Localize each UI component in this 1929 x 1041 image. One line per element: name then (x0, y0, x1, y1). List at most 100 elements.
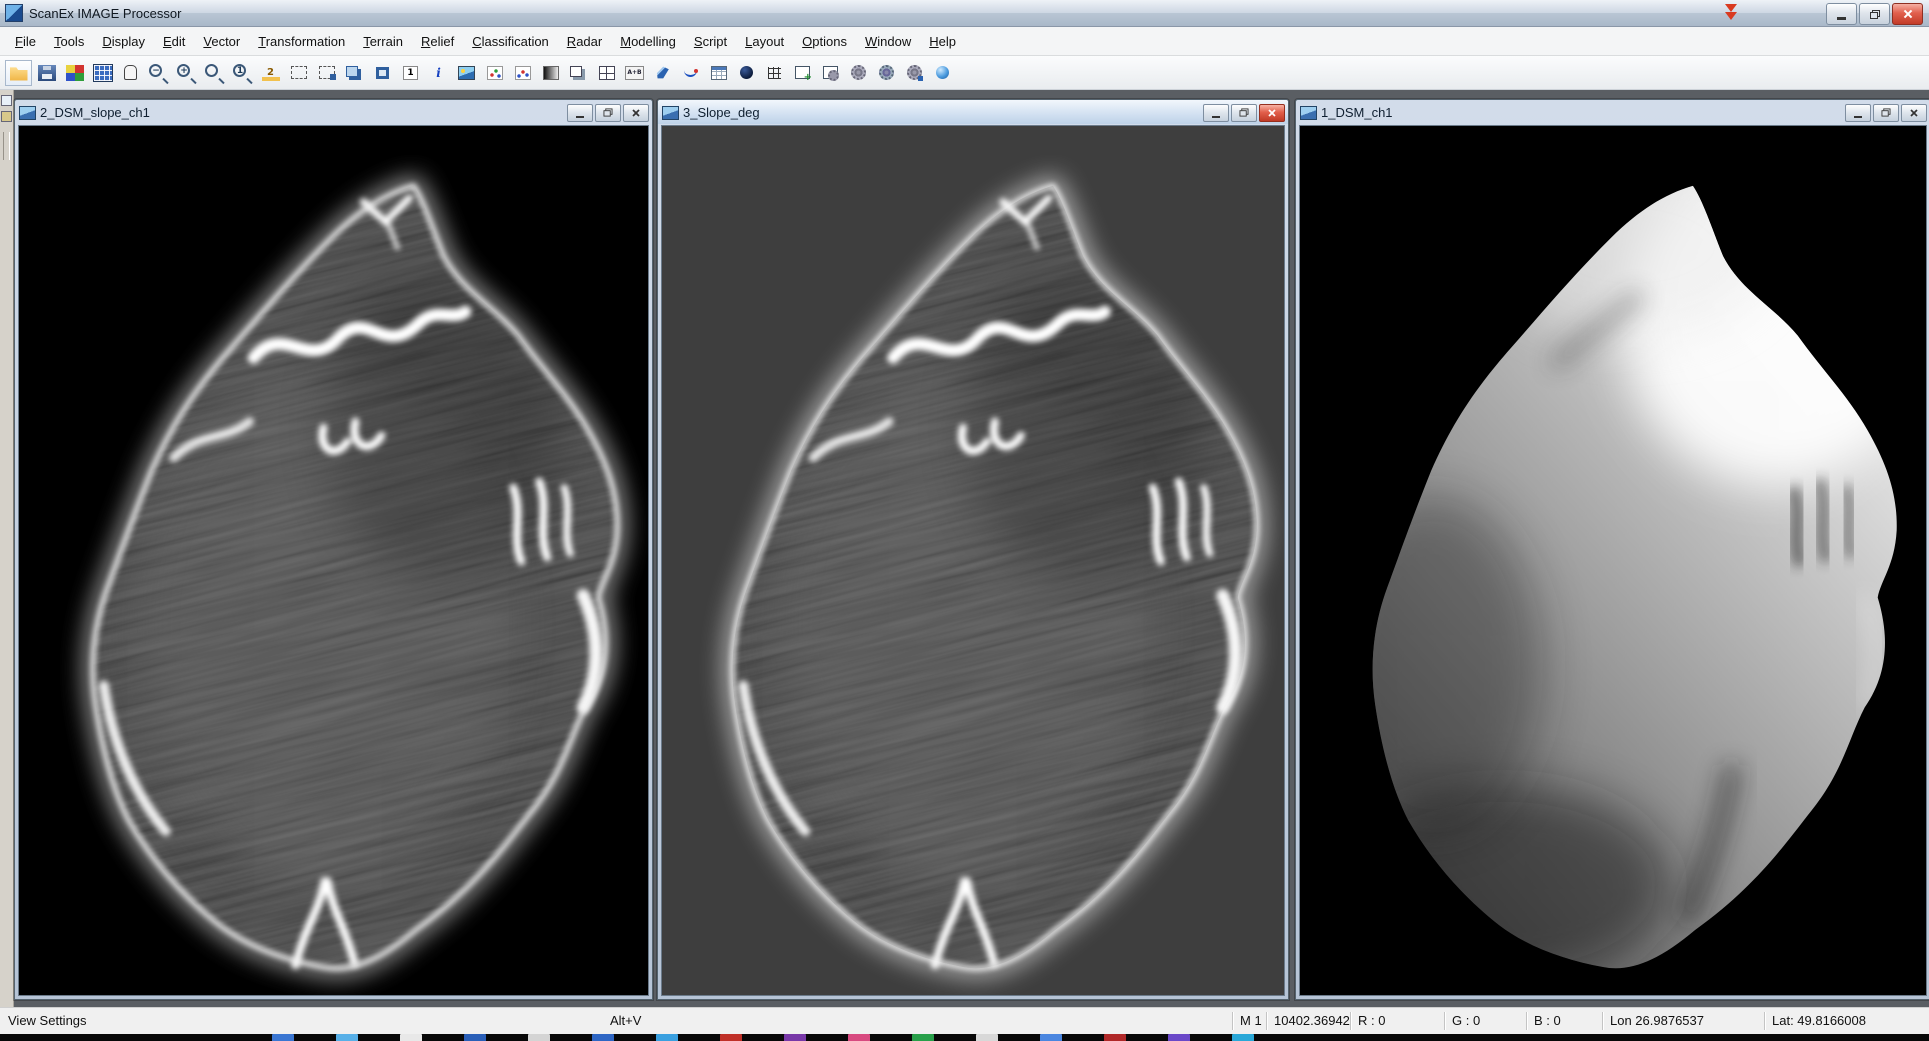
left-dock-strip[interactable] (0, 90, 14, 1007)
taskbar-app-icon[interactable] (1104, 1034, 1126, 1041)
restore-button[interactable] (1859, 3, 1890, 25)
taskbar-app-icon[interactable] (464, 1034, 486, 1041)
save-button[interactable] (33, 60, 60, 86)
menu-item[interactable]: Options (793, 29, 856, 54)
menu-item[interactable]: Vector (194, 29, 249, 54)
status-latitude: Lat: 49.8166008 (1772, 1013, 1866, 1028)
child-close-button[interactable] (1901, 104, 1927, 122)
menu-item[interactable]: Script (685, 29, 736, 54)
child-titlebar[interactable]: 3_Slope_deg (658, 100, 1288, 124)
web-globe-icon (936, 66, 949, 79)
child-titlebar[interactable]: 2_DSM_slope_ch1 (15, 100, 652, 124)
image-algebra-button[interactable]: A+B (621, 60, 648, 86)
menu-item[interactable]: Radar (558, 29, 611, 54)
menu-item[interactable]: Layout (736, 29, 793, 54)
close-icon (1268, 108, 1277, 117)
minimize-button[interactable] (1826, 3, 1857, 25)
image-view-slope-deg[interactable] (661, 125, 1285, 996)
settings-c-button[interactable] (901, 60, 928, 86)
taskbar-app-icon[interactable] (528, 1034, 550, 1041)
taskbar-app-icon[interactable] (784, 1034, 806, 1041)
zoom-region-button[interactable] (201, 60, 228, 86)
taskbar-app-icon[interactable] (336, 1034, 358, 1041)
vector-edit-button[interactable] (677, 60, 704, 86)
dock-folder-icon[interactable] (1, 111, 12, 122)
taskbar-app-icon[interactable] (848, 1034, 870, 1041)
menu-item[interactable]: Help (920, 29, 965, 54)
child-restore-button[interactable] (595, 104, 621, 122)
child-minimize-button[interactable] (1845, 104, 1871, 122)
titlebar[interactable]: ScanEx IMAGE Processor (0, 0, 1929, 27)
globe-dark-button[interactable] (733, 60, 760, 86)
settings-a-button[interactable] (845, 60, 872, 86)
scatter-plot-button[interactable] (481, 60, 508, 86)
status-green-value: G : 0 (1452, 1013, 1480, 1028)
update-chevrons-icon[interactable] (1724, 4, 1739, 22)
menu-item[interactable]: Window (856, 29, 920, 54)
info-button[interactable]: i (425, 60, 452, 86)
preview-image-button[interactable] (453, 60, 480, 86)
profile-icon (515, 66, 531, 80)
taskbar-app-icon[interactable] (912, 1034, 934, 1041)
menu-item[interactable]: Relief (412, 29, 463, 54)
menu-item[interactable]: Tools (45, 29, 93, 54)
fit-window-button[interactable] (369, 60, 396, 86)
dock-layer-icon[interactable] (1, 95, 12, 106)
taskbar-app-icon[interactable] (592, 1034, 614, 1041)
new-window-button[interactable] (789, 60, 816, 86)
band-grid-button[interactable] (89, 60, 116, 86)
child-restore-button[interactable] (1873, 104, 1899, 122)
select-rect-button[interactable] (285, 60, 312, 86)
menu-item[interactable]: Display (93, 29, 154, 54)
profile-button[interactable] (509, 60, 536, 86)
menu-item[interactable]: Classification (463, 29, 558, 54)
taskbar-app-icon[interactable] (656, 1034, 678, 1041)
taskbar-app-icon[interactable] (400, 1034, 422, 1041)
open-file-button[interactable] (5, 60, 32, 86)
child-close-button[interactable] (1259, 104, 1285, 122)
attribute-table-button[interactable] (705, 60, 732, 86)
menu-item[interactable]: Modelling (611, 29, 685, 54)
mdi-window-dsm-slope: 2_DSM_slope_ch1 (14, 99, 653, 1000)
menu-item[interactable]: Terrain (354, 29, 412, 54)
duplicate-view-button[interactable] (341, 60, 368, 86)
scanex-image-processor-app: ScanEx IMAGE Processor FileToolsDisplayE… (0, 0, 1929, 1041)
cascade-windows-button[interactable] (565, 60, 592, 86)
scale-2-button[interactable]: 2 (257, 60, 284, 86)
status-divider (1350, 1012, 1351, 1030)
tile-windows-icon (599, 66, 615, 80)
close-button[interactable] (1892, 3, 1923, 25)
child-minimize-button[interactable] (567, 104, 593, 122)
child-close-button[interactable] (623, 104, 649, 122)
taskbar-app-icon[interactable] (720, 1034, 742, 1041)
web-globe-button[interactable] (929, 60, 956, 86)
zoom-actual-button[interactable]: 1 (229, 60, 256, 86)
crop-button[interactable] (313, 60, 340, 86)
taskbar-app-icon[interactable] (1168, 1034, 1190, 1041)
rgb-composite-button[interactable] (61, 60, 88, 86)
zoom-out-button[interactable]: − (145, 60, 172, 86)
georeference-button[interactable] (817, 60, 844, 86)
grid-button[interactable] (761, 60, 788, 86)
image-view-dsm[interactable] (1299, 125, 1927, 996)
pan-button[interactable] (117, 60, 144, 86)
taskbar-app-icon[interactable] (1040, 1034, 1062, 1041)
menu-item[interactable]: Transformation (249, 29, 354, 54)
contrast-button[interactable] (537, 60, 564, 86)
taskbar-app-icon[interactable] (272, 1034, 294, 1041)
taskbar-app-icon[interactable] (1232, 1034, 1254, 1041)
menu-item[interactable]: File (6, 29, 45, 54)
image-view-dsm-slope[interactable] (18, 125, 649, 996)
child-titlebar[interactable]: 1_DSM_ch1 (1296, 100, 1929, 124)
paint-button[interactable] (649, 60, 676, 86)
settings-b-button[interactable] (873, 60, 900, 86)
child-minimize-button[interactable] (1203, 104, 1229, 122)
child-restore-button[interactable] (1231, 104, 1257, 122)
taskbar-app-icon[interactable] (976, 1034, 998, 1041)
zoom-in-button[interactable]: + (173, 60, 200, 86)
menu-item[interactable]: Edit (154, 29, 194, 54)
tile-windows-button[interactable] (593, 60, 620, 86)
single-band-button[interactable]: 1 (397, 60, 424, 86)
dock-grip[interactable] (3, 132, 10, 160)
child-window-title: 2_DSM_slope_ch1 (40, 105, 561, 120)
